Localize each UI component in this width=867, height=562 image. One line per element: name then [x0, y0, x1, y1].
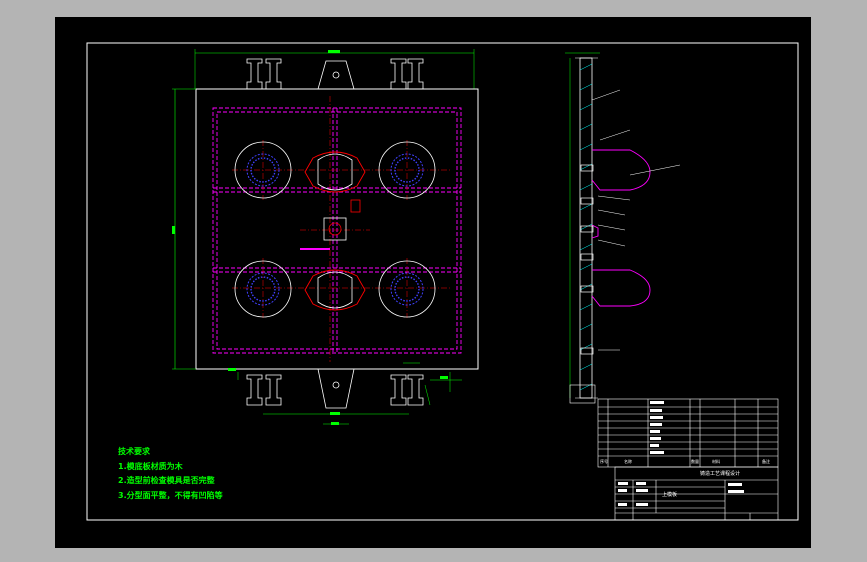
drawing-name: 上模板 [662, 491, 677, 498]
plan-view [172, 49, 479, 425]
title-block [614, 466, 779, 521]
header-no: 序号 [600, 458, 608, 464]
notes-title: 技术要求 [118, 447, 150, 456]
header-qty: 数量 [691, 458, 699, 464]
note-item-2: 2.造型前检查模具是否完整 [118, 476, 215, 485]
note-item-1: 1.模底板材质为木 [118, 461, 183, 471]
section-view [565, 52, 681, 404]
header-material: 材料 [712, 458, 720, 464]
technical-notes: 技术要求 1.模底板材质为木 2.造型前检查模具是否完整 3.分型面平整，不得有… [118, 445, 223, 503]
header-note: 备注 [762, 458, 770, 464]
header-name: 名称 [624, 458, 632, 464]
parts-list [597, 398, 779, 468]
note-item-3: 3.分型面平整，不得有凹陷等 [118, 490, 223, 500]
cad-viewport: 序号 名称 数量 材料 备注 铸造工艺课程设计 上模板 技术要求 1.模底板材质… [0, 0, 867, 562]
course-title: 铸造工艺课程设计 [700, 470, 740, 477]
